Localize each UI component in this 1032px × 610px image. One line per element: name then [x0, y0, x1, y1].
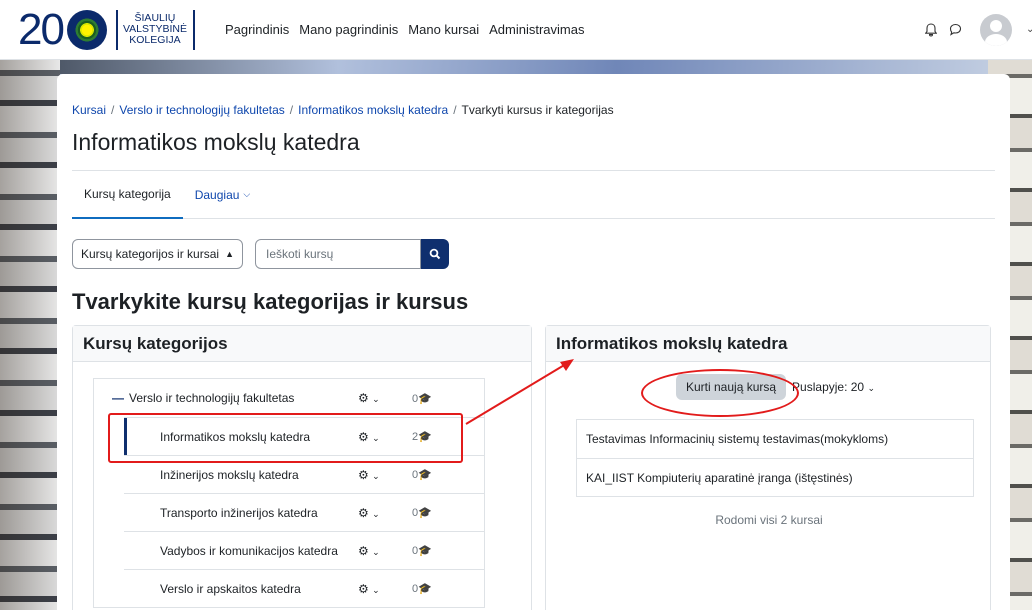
tab-more[interactable]: Daugiau ⌵ — [183, 171, 263, 219]
course-count: 0🎓 — [412, 392, 432, 405]
breadcrumb-separator: / — [289, 103, 294, 117]
per-page-select[interactable]: Puslapyje: 20 ⌄ — [792, 380, 875, 394]
graduation-cap-icon: 🎓 — [418, 545, 432, 557]
annotation-highlight-ellipse — [641, 369, 799, 417]
tab-category[interactable]: Kursų kategorija — [72, 171, 183, 219]
course-search: Ieškoti kursų — [254, 239, 449, 269]
courses-panel-title: Informatikos mokslų katedra — [546, 326, 990, 362]
breadcrumb-separator: / — [111, 103, 115, 117]
course-count: 0🎓 — [412, 544, 432, 557]
search-icon — [429, 248, 441, 260]
bell-icon[interactable] — [925, 22, 937, 37]
graduation-cap-icon: 🎓 — [418, 469, 432, 481]
filters-bar: Kursų kategorijos ir kursai ▲︎ Ieškoti k… — [72, 239, 995, 269]
course-row[interactable]: KAI_IIST Kompiuterių aparatinė įranga (i… — [577, 458, 973, 496]
logo-text-line: KOLEGIJA — [129, 34, 181, 46]
course-count: 0🎓 — [412, 468, 432, 481]
category-name[interactable]: Vadybos ir komunikacijos katedra — [160, 544, 338, 558]
category-row[interactable]: — Verslo ir technologijų fakultetas ⚙ ⌄ … — [94, 379, 484, 417]
breadcrumb-item[interactable]: Kursai — [72, 103, 106, 117]
breadcrumb: Kursai / Verslo ir technologijų fakultet… — [72, 103, 995, 117]
secondary-nav: Kursų kategorija Daugiau ⌵ — [72, 171, 995, 219]
category-name[interactable]: Verslo ir technologijų fakultetas — [129, 391, 294, 405]
tab-more-label: Daugiau — [194, 187, 240, 202]
breadcrumb-separator: / — [453, 103, 457, 117]
course-count: 0🎓 — [412, 582, 432, 595]
categories-panel-title: Kursų kategorijos — [73, 326, 531, 362]
chevron-down-icon: ⌄ — [867, 383, 875, 393]
per-page-label: Puslapyje: 20 — [792, 380, 865, 394]
collapse-icon[interactable]: — — [112, 391, 124, 405]
category-name[interactable]: Inžinerijos mokslų katedra — [160, 468, 299, 482]
gear-icon[interactable]: ⚙ ⌄ — [358, 391, 380, 405]
logo-divider — [192, 9, 195, 50]
graduation-cap-icon: 🎓 — [418, 583, 432, 595]
category-name[interactable]: Verslo ir apskaitos katedra — [160, 582, 301, 596]
nav-my-courses[interactable]: Mano kursai — [406, 18, 481, 41]
category-name[interactable]: Transporto inžinerijos katedra — [160, 506, 318, 520]
breadcrumb-item[interactable]: Tvarkyti kursus ir kategorijas — [462, 103, 614, 117]
chevron-down-icon: ⌵ — [243, 189, 251, 199]
category-row[interactable]: Transporto inžinerijos katedra ⚙ ⌄ 0🎓 — [124, 493, 484, 531]
gear-icon[interactable]: ⚙ ⌄ — [358, 582, 380, 596]
view-select-value: Kursų kategorijos ir kursai — [81, 247, 220, 261]
course-count: 0🎓 — [412, 506, 432, 519]
logo-digits: 20 — [18, 4, 65, 54]
page-title: Informatikos mokslų katedra — [72, 129, 360, 155]
categories-panel: Kursų kategorijos — Verslo ir technologi… — [72, 325, 532, 610]
category-row[interactable]: Verslo ir apskaitos katedra ⚙ ⌄ 0🎓 — [124, 569, 484, 607]
gear-icon[interactable]: ⚙ ⌄ — [358, 468, 380, 482]
top-navbar: 20 ŠIAULIŲ VALSTYBINĖ KOLEGIJA Pagrindin… — [0, 0, 1032, 60]
graduation-cap-icon: 🎓 — [418, 392, 432, 405]
college-logo[interactable]: 20 ŠIAULIŲ VALSTYBINĖ KOLEGIJA — [18, 4, 195, 54]
breadcrumb-item[interactable]: Informatikos mokslų katedra — [298, 103, 448, 117]
category-row[interactable]: Vadybos ir komunikacijos katedra ⚙ ⌄ 0🎓 — [124, 531, 484, 569]
nav-home[interactable]: Pagrindinis — [223, 18, 291, 41]
chat-icon[interactable] — [949, 23, 962, 36]
graduation-cap-icon: 🎓 — [418, 507, 432, 519]
search-button[interactable] — [420, 239, 449, 269]
logo-sun-emblem — [66, 9, 107, 50]
chevron-down-icon[interactable]: ⌄ — [1026, 24, 1032, 35]
background-building-left — [0, 44, 60, 610]
search-input[interactable]: Ieškoti kursų — [254, 239, 421, 269]
course-row[interactable]: Testavimas Informacinių sistemų testavim… — [577, 420, 973, 458]
user-menu-area: ⌄ — [925, 13, 1032, 46]
primary-nav: Pagrindinis Mano pagrindinis Mano kursai… — [223, 18, 587, 41]
logo-text: ŠIAULIŲ VALSTYBINĖ KOLEGIJA — [123, 13, 187, 46]
main-content: Kursai / Verslo ir technologijų fakultet… — [57, 74, 1010, 610]
annotation-highlight-box — [108, 413, 463, 463]
avatar[interactable] — [980, 13, 1012, 46]
breadcrumb-item[interactable]: Verslo ir technologijų fakultetas — [119, 103, 284, 117]
course-list: Testavimas Informacinių sistemų testavim… — [576, 419, 974, 497]
sort-arrows-icon: ▲︎ — [225, 249, 234, 259]
logo-divider — [115, 9, 118, 50]
gear-icon[interactable]: ⚙ ⌄ — [358, 544, 380, 558]
gear-icon[interactable]: ⚙ ⌄ — [358, 506, 380, 520]
courses-panel: Informatikos mokslų katedra Kurti naują … — [545, 325, 991, 610]
nav-dashboard[interactable]: Mano pagrindinis — [297, 18, 400, 41]
section-title: Tvarkykite kursų kategorijas ir kursus — [72, 289, 469, 314]
courses-shown-count: Rodomi visi 2 kursai — [715, 513, 823, 527]
nav-administration[interactable]: Administravimas — [487, 18, 586, 41]
view-select[interactable]: Kursų kategorijos ir kursai ▲︎ — [72, 239, 243, 269]
